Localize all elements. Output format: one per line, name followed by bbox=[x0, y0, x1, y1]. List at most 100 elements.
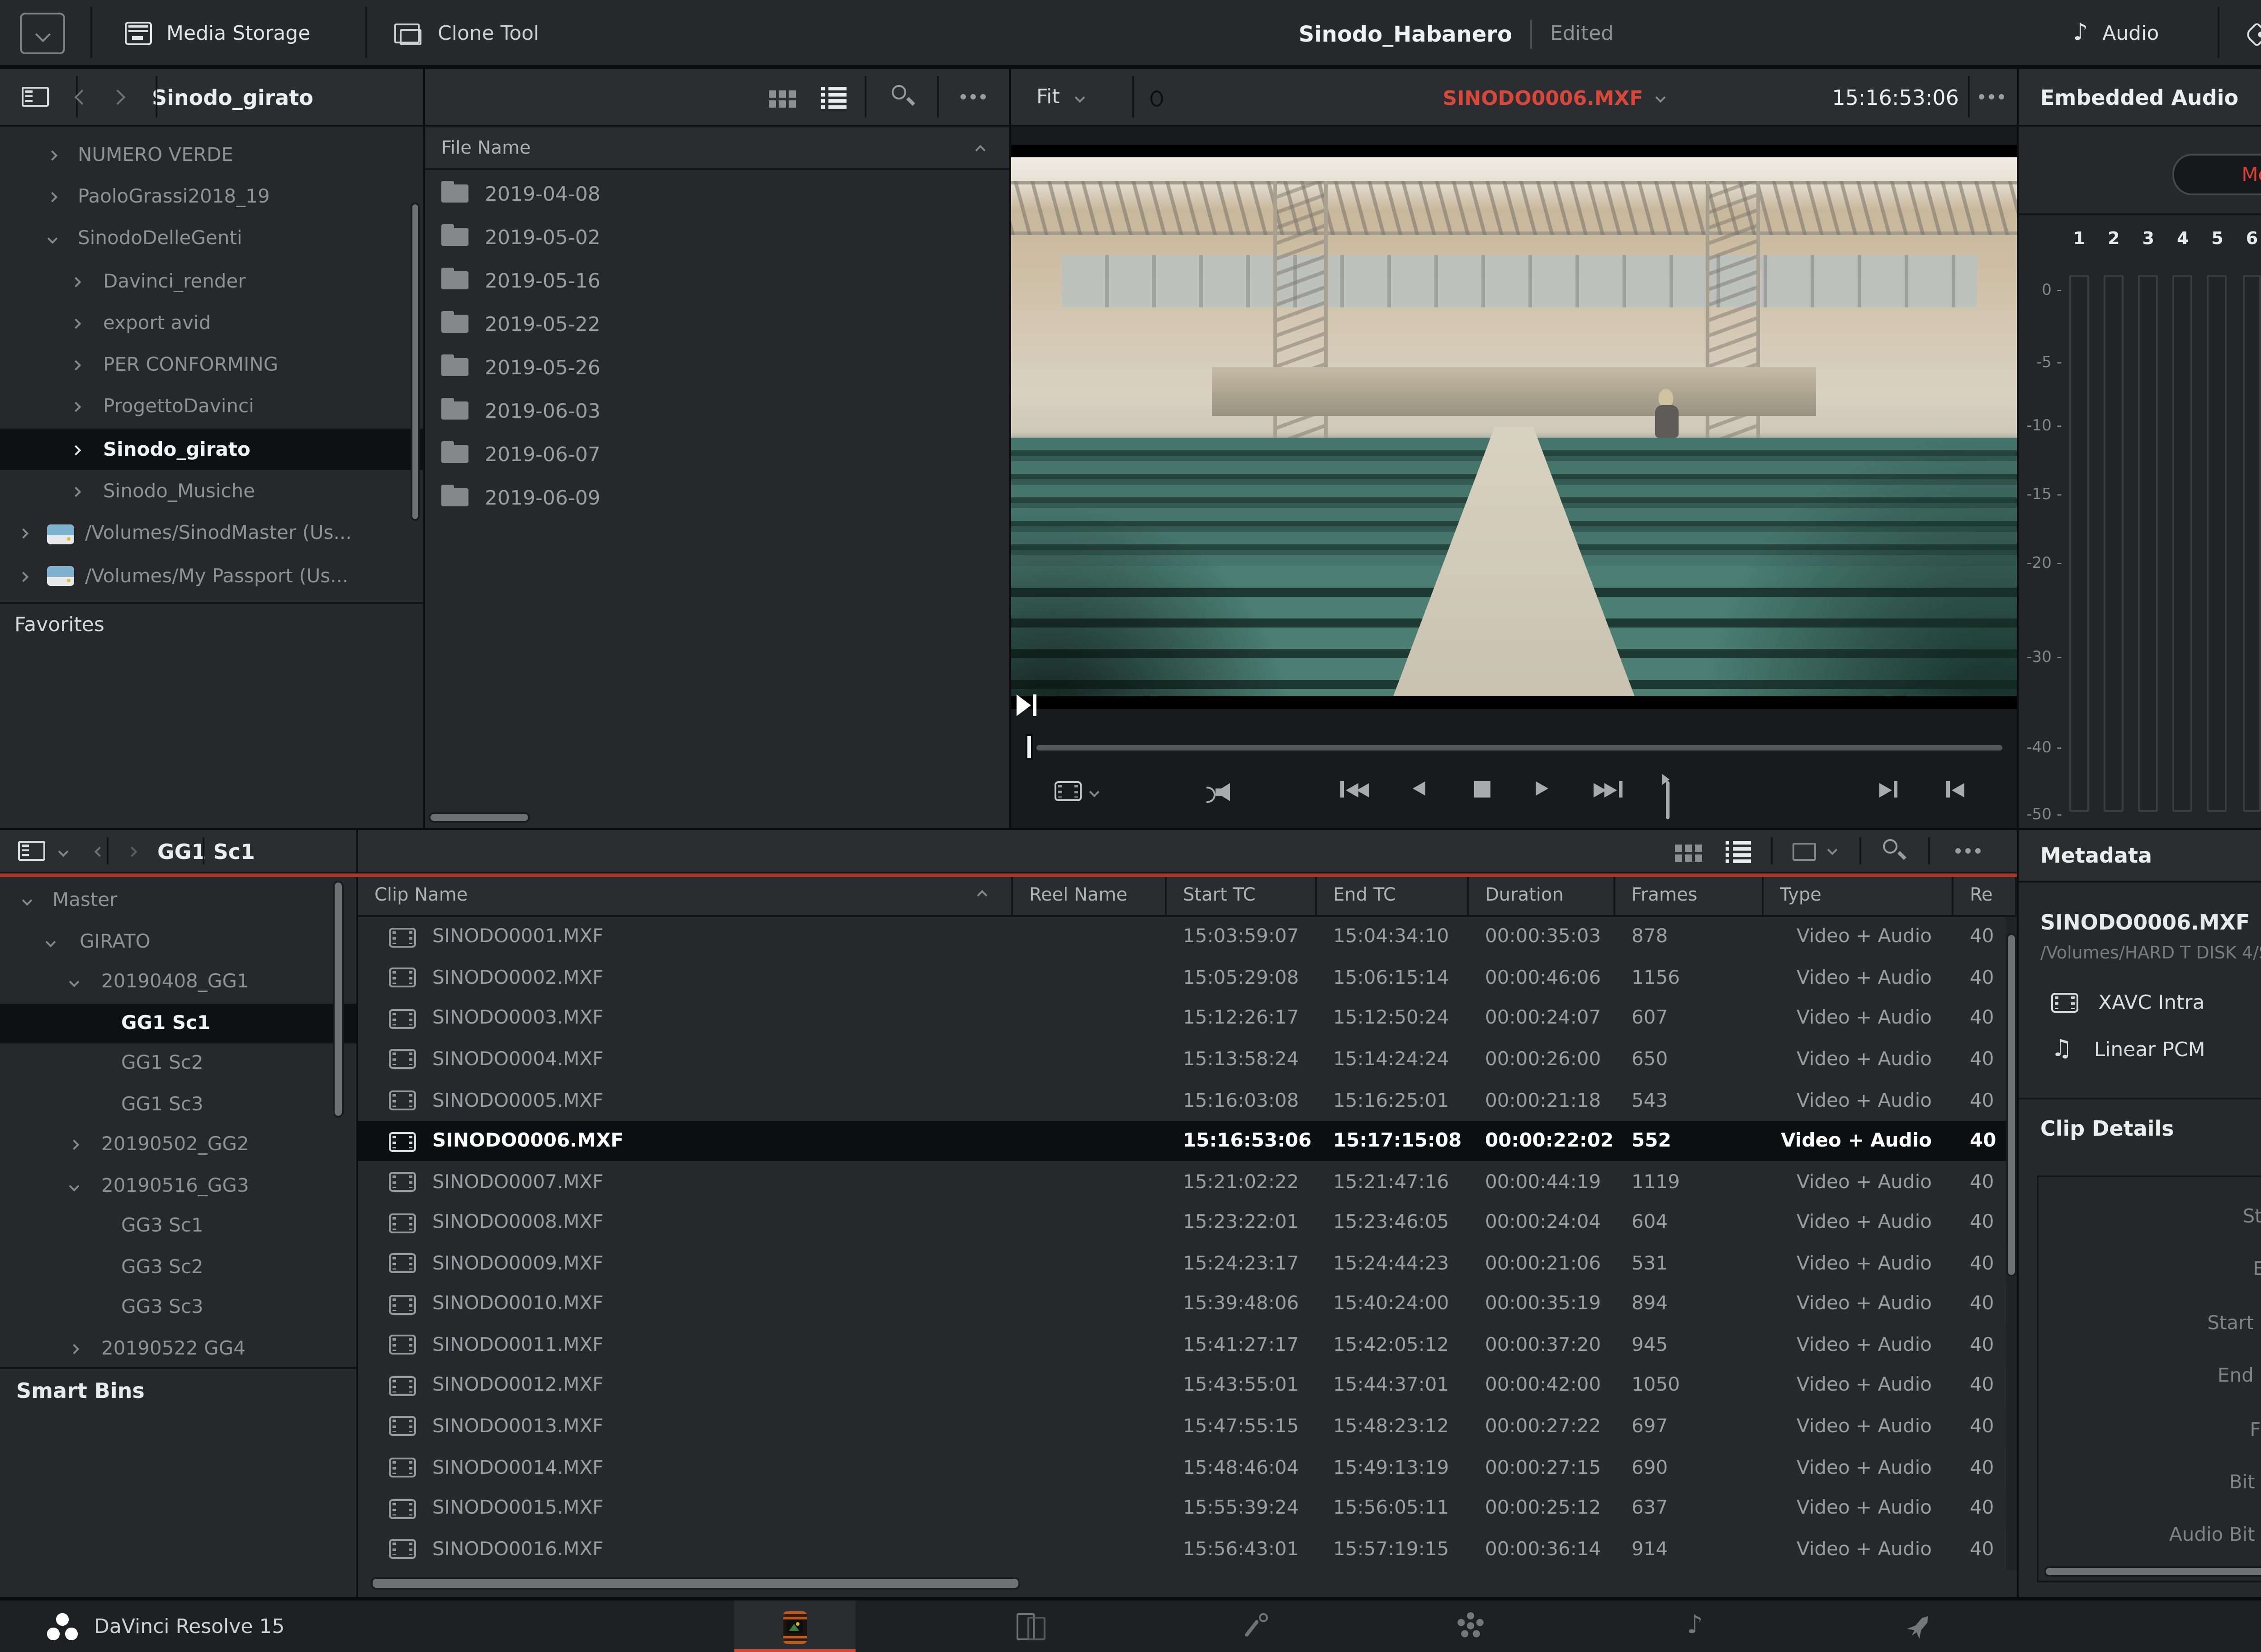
sidebar-toggle-icon[interactable] bbox=[22, 87, 49, 107]
forward-icon[interactable] bbox=[109, 90, 123, 104]
bin-forward-icon[interactable] bbox=[127, 846, 137, 856]
play-around-button[interactable] bbox=[1879, 781, 1897, 798]
file-name-header[interactable]: File Name bbox=[425, 128, 1009, 170]
storage-tree-item[interactable]: /Volumes/My Passport (Us... bbox=[0, 555, 423, 597]
storage-tree-item[interactable]: Davinci_render bbox=[0, 260, 423, 302]
view-options-icon[interactable] bbox=[1793, 843, 1816, 861]
bin-tree-item[interactable]: 20190522 GG4 bbox=[0, 1328, 356, 1365]
clip-row[interactable]: SINODO0007.MXF15:21:02:2215:21:47:1600:0… bbox=[358, 1161, 2006, 1202]
folder-row[interactable]: 2019-06-07 bbox=[425, 432, 1009, 476]
bin-tree-item[interactable]: GG3 Sc1 bbox=[0, 1206, 356, 1247]
storage-tree-scrollbar[interactable] bbox=[411, 203, 420, 521]
page-tab-fairlight[interactable]: ♪ bbox=[1671, 1600, 1718, 1652]
zoom-level-label[interactable]: Fit bbox=[1036, 85, 1060, 109]
clip-row[interactable]: SINODO0016.MXF15:56:43:0115:57:19:1500:0… bbox=[358, 1529, 2006, 1570]
bin-tree-item[interactable]: GG1 Sc3 bbox=[0, 1084, 356, 1125]
clip-row[interactable]: SINODO0010.MXF15:39:48:0615:40:24:0000:0… bbox=[358, 1284, 2006, 1325]
clip-row[interactable]: SINODO0008.MXF15:23:22:0115:23:46:0500:0… bbox=[358, 1203, 2006, 1243]
loop-button[interactable] bbox=[1666, 783, 1670, 817]
storage-tree-item[interactable]: ProgettoDavinci bbox=[0, 387, 423, 429]
folder-row[interactable]: 2019-06-09 bbox=[425, 476, 1009, 519]
view-options-dropdown-icon[interactable] bbox=[1827, 845, 1838, 855]
bin-tree-item[interactable]: GG3 Sc3 bbox=[0, 1288, 356, 1328]
clip-row[interactable]: SINODO0013.MXF15:47:55:1515:48:23:1200:0… bbox=[358, 1407, 2006, 1447]
smart-bins-label[interactable]: Smart Bins bbox=[16, 1378, 145, 1403]
folder-row[interactable]: 2019-05-22 bbox=[425, 302, 1009, 345]
tab-meters[interactable]: Meters bbox=[2174, 156, 2261, 194]
bin-tree-item[interactable]: 20190516_GG3 bbox=[0, 1166, 356, 1206]
step-back-button[interactable] bbox=[1413, 781, 1425, 796]
bin-grid-view-icon[interactable] bbox=[1675, 845, 1681, 851]
video-frame[interactable] bbox=[1011, 145, 2017, 709]
media-storage-button[interactable]: Media Storage bbox=[125, 0, 310, 67]
column-header-frames[interactable]: Frames bbox=[1615, 877, 1764, 915]
clip-row[interactable]: SINODO0011.MXF15:41:27:1715:42:05:1200:0… bbox=[358, 1325, 2006, 1365]
clip-list-vscrollbar[interactable] bbox=[2006, 933, 2017, 1277]
clip-row[interactable]: SINODO0005.MXF15:16:03:0815:16:25:0100:0… bbox=[358, 1080, 2006, 1121]
bin-sidebar-dropdown-icon[interactable] bbox=[58, 846, 69, 856]
bin-tree-item[interactable]: GIRATO bbox=[0, 921, 356, 962]
play-button[interactable] bbox=[1536, 781, 1548, 796]
clip-row[interactable]: SINODO0014.MXF15:48:46:0415:49:13:1900:0… bbox=[358, 1447, 2006, 1488]
clip-row[interactable]: SINODO0003.MXF15:12:26:1715:12:50:2400:0… bbox=[358, 998, 2006, 1039]
folder-row[interactable]: 2019-05-16 bbox=[425, 259, 1009, 302]
clip-row[interactable]: SINODO0006.MXF15:16:53:0615:17:15:0800:0… bbox=[358, 1121, 2006, 1161]
list-view-icon[interactable] bbox=[828, 87, 847, 90]
clip-row[interactable]: SINODO0004.MXF15:13:58:2415:14:24:2400:0… bbox=[358, 1039, 2006, 1080]
clip-list-hscrollbar[interactable] bbox=[371, 1577, 1020, 1590]
bin-list-view-icon[interactable] bbox=[1733, 841, 1751, 844]
jog-bar[interactable] bbox=[1026, 738, 2002, 756]
bin-tree-item[interactable]: GG3 Sc2 bbox=[0, 1247, 356, 1288]
bin-tree-item[interactable]: Master bbox=[0, 881, 356, 921]
search-icon[interactable] bbox=[892, 85, 906, 99]
storage-tree-item[interactable]: Sinodo_Musiche bbox=[0, 471, 423, 513]
page-tab-edit[interactable] bbox=[1008, 1600, 1055, 1652]
metadata-panel-button[interactable]: Metadata bbox=[2248, 0, 2261, 67]
clip-row[interactable]: SINODO0001.MXF15:03:59:0715:04:34:1000:0… bbox=[358, 917, 2006, 958]
clip-row[interactable]: SINODO0015.MXF15:55:39:2415:56:05:1100:0… bbox=[358, 1488, 2006, 1529]
column-header-type[interactable]: Type bbox=[1764, 877, 1954, 915]
bins-tree-scrollbar[interactable] bbox=[333, 881, 344, 1118]
storage-tree-item[interactable]: SinodoDelleGenti bbox=[0, 218, 423, 260]
panel-collapse-button[interactable] bbox=[20, 13, 65, 54]
column-header-clip-name[interactable]: Clip Name bbox=[358, 877, 1013, 915]
bin-options-dots-icon[interactable] bbox=[1955, 848, 1961, 854]
bin-tree-item[interactable]: GG1 Sc1 bbox=[0, 1003, 356, 1043]
clip-mode-button[interactable] bbox=[1055, 781, 1098, 801]
column-header-start-tc[interactable]: Start TC bbox=[1167, 877, 1317, 915]
storage-tree-item[interactable]: PER CONFORMING bbox=[0, 345, 423, 387]
page-tab-media[interactable] bbox=[734, 1600, 856, 1652]
page-tab-fusion[interactable] bbox=[1234, 1600, 1281, 1652]
column-header-duration[interactable]: Duration bbox=[1469, 877, 1615, 915]
file-list-hscrollbar[interactable] bbox=[429, 812, 530, 823]
storage-tree-item[interactable]: /Volumes/SinodMaster (Us... bbox=[0, 513, 423, 555]
storage-tree-item[interactable]: export avid bbox=[0, 302, 423, 345]
clip-row[interactable]: SINODO0009.MXF15:24:23:1715:24:44:2300:0… bbox=[358, 1243, 2006, 1284]
folder-row[interactable]: 2019-06-03 bbox=[425, 389, 1009, 432]
bin-sidebar-toggle-icon[interactable] bbox=[18, 841, 45, 861]
bin-tree-item[interactable]: 20190502_GG2 bbox=[0, 1125, 356, 1166]
storage-tree-item[interactable]: Sinodo_girato bbox=[0, 429, 423, 471]
page-tab-deliver[interactable] bbox=[1896, 1600, 1943, 1652]
bin-back-icon[interactable] bbox=[95, 846, 105, 856]
clip-row[interactable]: SINODO0012.MXF15:43:55:0115:44:37:0100:0… bbox=[358, 1366, 2006, 1407]
folder-row[interactable]: 2019-04-08 bbox=[425, 172, 1009, 215]
clone-tool-button[interactable]: Clone Tool bbox=[394, 0, 539, 67]
column-header-end-tc[interactable]: End TC bbox=[1317, 877, 1469, 915]
playhead[interactable] bbox=[1026, 734, 1032, 760]
bin-search-icon[interactable] bbox=[1883, 839, 1897, 854]
audio-panel-button[interactable]: ♪ Audio bbox=[2073, 0, 2159, 67]
storage-tree-item[interactable]: NUMERO VERDE bbox=[0, 134, 423, 176]
folder-row[interactable]: 2019-05-26 bbox=[425, 345, 1009, 389]
column-header-reel-name[interactable]: Reel Name bbox=[1013, 877, 1167, 915]
clip-row[interactable]: SINODO0002.MXF15:05:29:0815:06:15:1400:0… bbox=[358, 958, 2006, 998]
viewer-options-icon[interactable] bbox=[1979, 94, 1984, 99]
last-frame-button[interactable] bbox=[1594, 781, 1622, 798]
bin-tree-item[interactable]: GG1 Sc2 bbox=[0, 1043, 356, 1084]
clip-details-hscrollbar[interactable] bbox=[2044, 1566, 2261, 1577]
match-frame-button[interactable] bbox=[1946, 781, 1964, 798]
storage-tree-item[interactable]: PaoloGrassi2018_19 bbox=[0, 176, 423, 218]
bin-tree-item[interactable]: 20190408_GG1 bbox=[0, 962, 356, 1003]
column-header-re[interactable]: Re bbox=[1954, 877, 2017, 915]
options-dots-icon[interactable] bbox=[960, 94, 966, 99]
